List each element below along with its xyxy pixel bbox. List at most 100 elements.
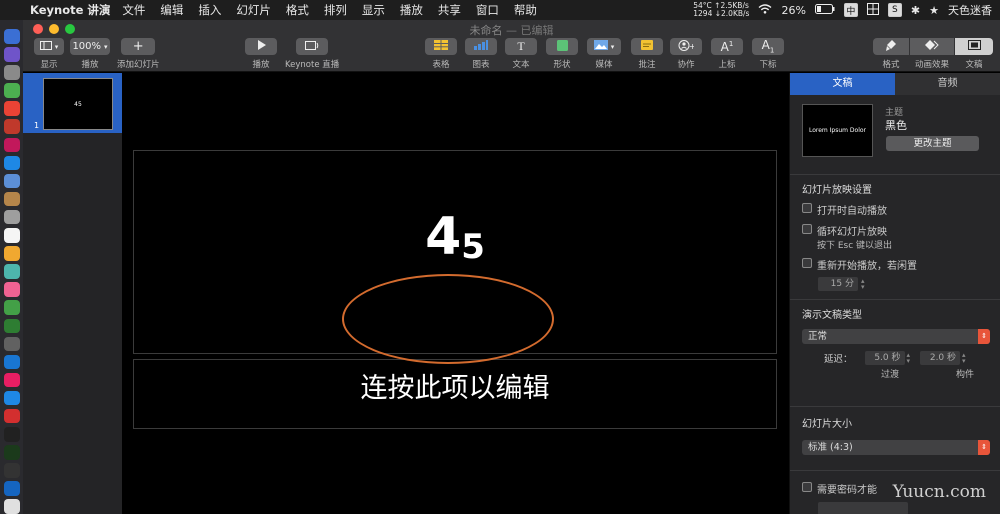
vpn-icon[interactable] [3,481,20,496]
menu-insert[interactable]: 插入 [198,2,221,18]
change-theme-button[interactable]: 更改主题 [886,136,979,151]
checkbox-box[interactable] [802,482,812,492]
menu-app-name[interactable]: Keynote 讲演 [30,2,110,18]
format-label: 格式 [882,60,900,70]
photos-icon[interactable] [3,282,20,297]
yandex-icon[interactable] [3,499,20,514]
reminders-icon[interactable] [3,246,20,261]
zoom-popup[interactable]: 100% ▾ [70,38,110,55]
grid-icon[interactable] [866,2,879,18]
finder-icon[interactable] [3,29,20,44]
media-label: 媒体 [595,60,613,70]
table-button[interactable] [425,38,457,55]
transition-delay-field[interactable]: 5.0 秒 [864,351,905,365]
keynote-icon[interactable] [3,354,20,370]
notes-icon[interactable] [3,191,20,207]
slide-canvas[interactable]: 45 连按此项以编辑 [122,73,789,514]
user-name[interactable]: 天色迷香 [948,2,992,18]
media-tool: ▾ 媒体 [587,38,621,70]
format-button[interactable] [873,38,909,55]
comment-button[interactable] [631,38,663,55]
divider [790,470,1000,471]
body-text[interactable]: 连按此项以编辑 [134,366,776,405]
stepper-arrows-icon[interactable]: ▴ ▾ [962,352,966,365]
star-icon[interactable]: ★ [929,4,939,17]
app-red-icon[interactable] [3,119,20,134]
stepper-arrows-icon[interactable]: ▴ ▾ [907,352,911,365]
stepper-arrows-icon[interactable]: ▴ ▾ [861,278,865,291]
app-gray-icon[interactable] [3,336,20,352]
slide-thumbnail[interactable]: 45 [43,78,113,130]
animate-button[interactable] [910,38,954,55]
play-button[interactable] [245,38,277,55]
menu-format[interactable]: 格式 [286,2,309,18]
calendar-icon[interactable] [3,228,20,243]
subscript-tool: A1 下标 [752,38,784,70]
menu-share[interactable]: 共享 [438,2,461,18]
presentation-type-popup[interactable]: 正常 ⇕ [802,329,990,344]
bluetooth-icon[interactable]: ✱ [911,4,920,17]
loop-checkbox[interactable]: 循环幻灯片放映 按下 Esc 键以退出 [802,223,990,251]
presentation-type-value: 正常 [808,331,828,342]
facetime-icon[interactable] [3,318,20,333]
checkbox-box[interactable] [802,258,812,268]
subscript-button[interactable]: A1 [752,38,784,55]
terminal-icon[interactable] [3,427,20,442]
activity-monitor-icon[interactable] [3,445,20,460]
document-label: 文稿 [965,60,983,70]
build-delay-field[interactable]: 2.0 秒 [920,351,961,365]
view-button[interactable]: ▾ [34,38,64,55]
app-store-icon[interactable] [3,390,20,406]
text-button[interactable]: T [505,38,537,55]
music-icon[interactable] [3,372,20,388]
shape-button[interactable] [546,38,578,55]
menu-window[interactable]: 窗口 [476,2,499,18]
vivaldi-icon[interactable] [3,408,20,424]
checkbox-box[interactable] [802,224,812,234]
console-icon[interactable] [3,463,20,478]
collaborate-button[interactable]: + [670,38,702,55]
idle-field[interactable]: 15 分 [818,277,858,291]
menu-arrange[interactable]: 排列 [324,2,347,18]
media-button[interactable]: ▾ [587,38,621,55]
android-icon[interactable] [3,83,20,98]
menu-edit[interactable]: 编辑 [160,2,183,18]
launchpad-icon[interactable] [3,65,20,80]
checkbox-box[interactable] [802,203,812,213]
theme-preview[interactable]: Lorem Ipsum Dolor [802,104,873,157]
menu-file[interactable]: 文件 [122,2,145,18]
system-stats[interactable]: 54°C ↑2.5KB/s 1294 ↓2.0KB/s [693,2,749,18]
slide-title[interactable]: 45 [134,211,776,264]
restart-checkbox[interactable]: 重新开始播放，若闲置 [802,257,990,272]
menu-help[interactable]: 帮助 [514,2,537,18]
keynote-live-button[interactable] [296,38,329,55]
chrome-icon[interactable] [3,101,20,116]
slide-size-popup[interactable]: 标准 (4:3) ⇕ [802,440,990,455]
safari-icon[interactable] [3,155,20,171]
chart-button[interactable] [465,38,497,55]
document-name[interactable]: 未命名 [470,24,503,37]
menu-slide[interactable]: 幻灯片 [236,2,271,18]
s-app-icon[interactable]: S [887,3,902,17]
tab-document[interactable]: 文稿 [790,73,895,95]
battery-icon[interactable] [814,3,835,17]
input-method-icon[interactable]: 中 [843,3,858,17]
battery-percent[interactable]: 26% [781,4,805,17]
contacts-icon[interactable] [3,209,20,225]
superscript-button[interactable]: A1 [711,38,743,55]
messages-icon[interactable] [3,300,20,315]
siri-icon[interactable] [3,47,20,62]
maps-icon[interactable] [3,264,20,279]
document-button[interactable] [955,38,993,55]
animate-label: 动画效果 [914,60,949,70]
wifi-icon[interactable] [758,3,772,17]
preview-icon[interactable] [3,173,20,189]
add-slide-button[interactable]: + [121,38,156,55]
app-pink-icon[interactable] [3,137,20,153]
body-placeholder[interactable]: 连按此项以编辑 [133,359,777,429]
menu-view[interactable]: 显示 [362,2,385,18]
tab-audio[interactable]: 音频 [895,73,1000,95]
autoplay-checkbox[interactable]: 打开时自动播放 [802,202,990,217]
password-field[interactable] [818,502,908,514]
menu-play[interactable]: 播放 [400,2,423,18]
